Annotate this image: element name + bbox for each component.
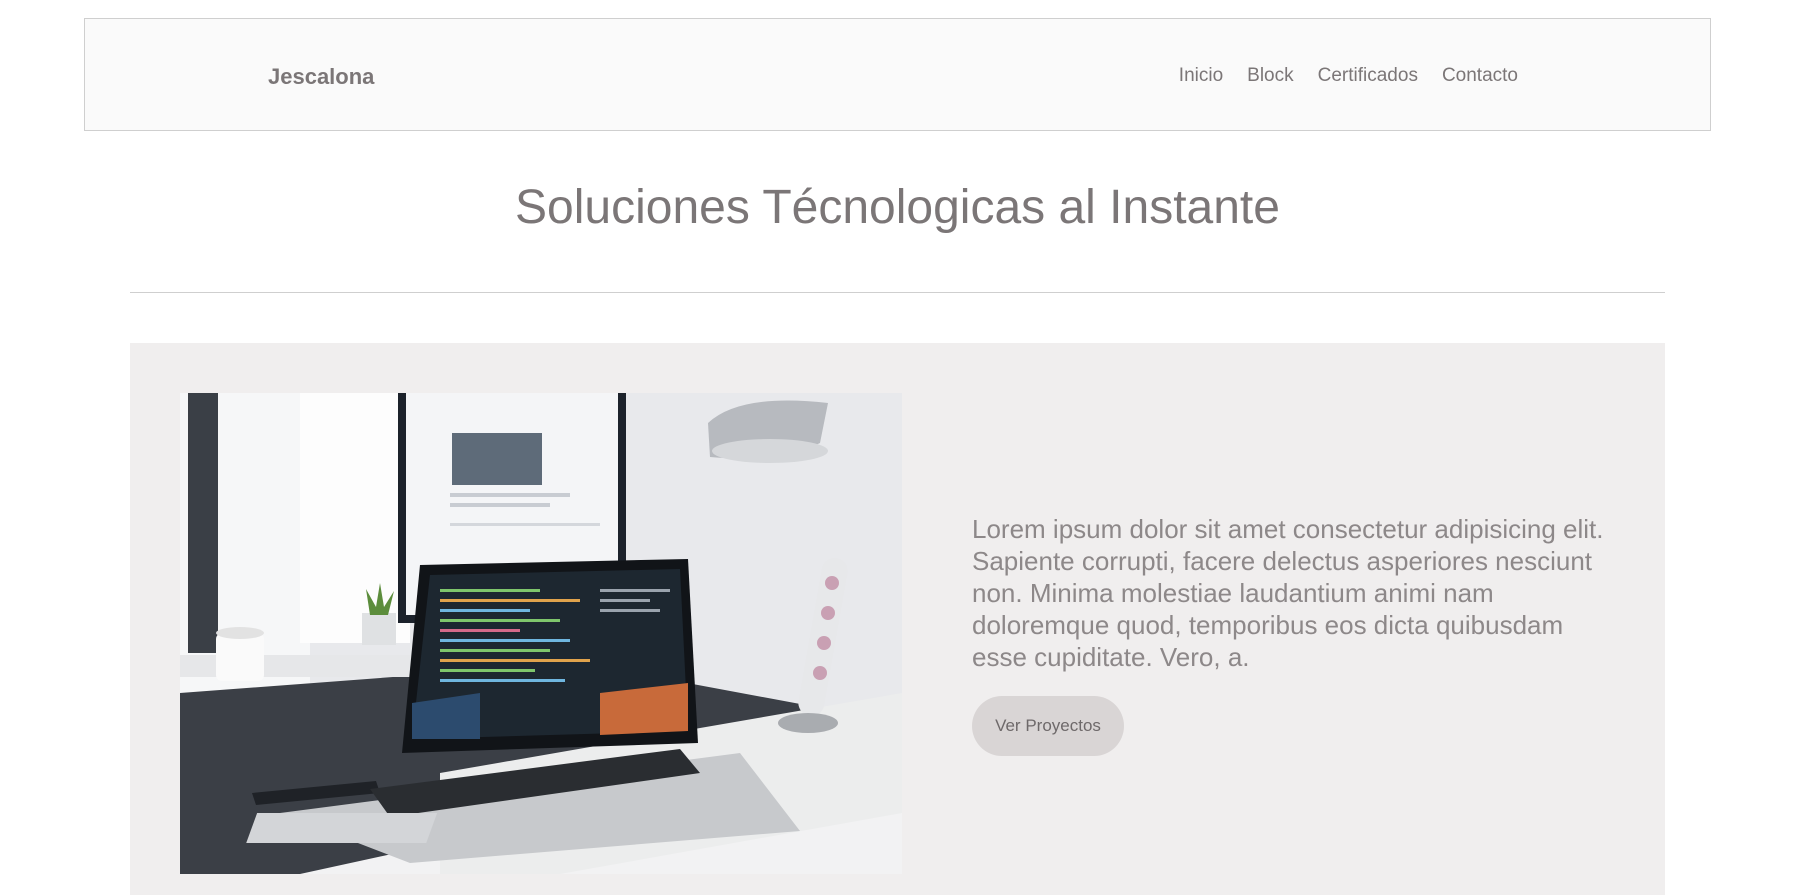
hero-title: Soluciones Técnologicas al Instante — [515, 181, 1280, 234]
site-header: Jescalona Inicio Block Certificados Cont… — [84, 18, 1711, 131]
feature-image — [180, 393, 902, 874]
nav-link-contacto[interactable]: Contacto — [1442, 65, 1518, 87]
ver-proyectos-button[interactable]: Ver Proyectos — [972, 696, 1124, 756]
laptop-desk-photo-icon — [180, 393, 902, 874]
brand-logo[interactable]: Jescalona — [268, 64, 374, 90]
page: Jescalona Inicio Block Certificados Cont… — [0, 0, 1795, 895]
section-divider — [130, 292, 1665, 293]
nav-link-certificados[interactable]: Certificados — [1318, 65, 1418, 87]
nav-link-inicio[interactable]: Inicio — [1179, 65, 1223, 87]
feature-section: Lorem ipsum dolor sit amet consectetur a… — [130, 343, 1665, 895]
nav-link-block[interactable]: Block — [1247, 65, 1293, 87]
main-nav: Inicio Block Certificados Contacto — [1179, 65, 1518, 87]
feature-description: Lorem ipsum dolor sit amet consectetur a… — [972, 514, 1604, 672]
